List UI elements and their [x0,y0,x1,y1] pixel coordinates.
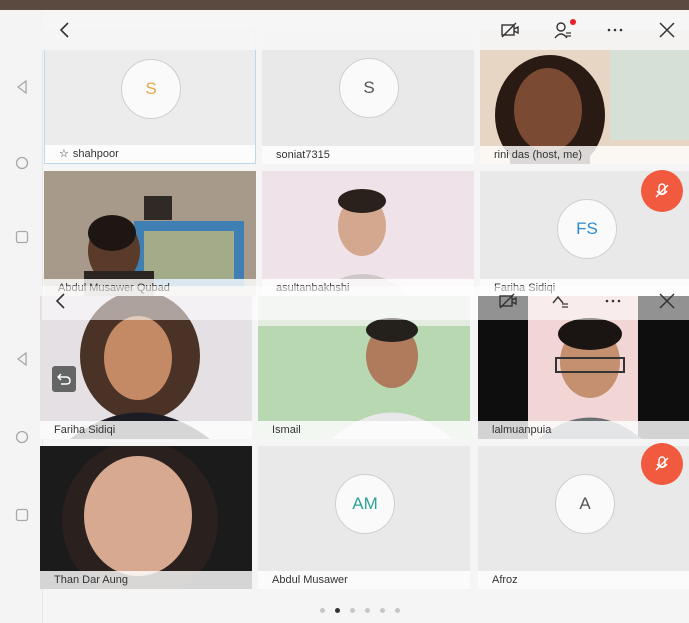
participant-name: Abdul Musawer [258,571,470,589]
chevron-left-icon[interactable] [48,288,74,314]
more-icon[interactable] [600,288,626,314]
avatar-initials: FS [576,219,598,238]
system-home-icon-2[interactable] [15,430,29,444]
avatar-initials: S [145,79,157,98]
participant-name: Afroz [478,571,689,589]
participants-icon[interactable] [550,17,576,43]
system-back-icon-2[interactable] [15,351,29,367]
system-recents-icon[interactable] [15,230,29,244]
close-icon[interactable] [654,288,680,314]
meeting-toolbar-overlay [42,286,689,320]
avatar: FS [557,199,617,259]
page-dot[interactable] [365,608,370,613]
system-recents-icon-2[interactable] [15,508,29,522]
participant-name: Ismail [258,421,470,439]
muted-mic-icon [641,443,683,485]
camera-off-icon[interactable] [497,17,523,43]
pin-icon: ☆ [59,148,69,160]
close-icon[interactable] [654,17,680,43]
avatar-initials: S [363,78,375,97]
participant-name: lalmuanpuia [478,421,689,439]
participants-icon[interactable] [547,288,573,314]
participant-tile-than-dar-aung[interactable]: Than Dar Aung [40,446,252,589]
system-nav-bar [0,10,43,623]
participant-tile-soniat7315[interactable]: S soniat7315 [262,30,474,164]
system-home-icon[interactable] [15,156,29,170]
avatar-initials: A [579,494,591,513]
page-indicator [320,608,400,613]
page-dot[interactable] [380,608,385,613]
avatar: A [555,474,615,534]
participant-name: Than Dar Aung [40,571,252,589]
camera-off-icon[interactable] [495,288,521,314]
participant-name: ☆ shahpoor [45,145,255,163]
system-back-icon[interactable] [15,79,29,95]
top-strip [0,0,689,10]
muted-mic-icon [641,170,683,212]
meeting-toolbar [42,10,689,50]
participant-name: Fariha Sidiqi [40,421,252,439]
page-dot[interactable] [395,608,400,613]
video-feed [480,30,689,164]
video-feed [40,446,252,589]
undo-icon[interactable] [52,366,76,392]
participant-name: rini das (host, me) [480,146,689,164]
participant-tile-shahpoor[interactable]: S ☆ shahpoor [44,30,256,164]
participant-name: soniat7315 [262,146,474,164]
avatar: S [121,59,181,119]
page-dot[interactable] [350,608,355,613]
page-dot[interactable] [320,608,325,613]
more-icon[interactable] [602,17,628,43]
participant-tile-abdul-musawer-qubad[interactable]: Abdul Musawer Qubad [44,171,256,297]
avatar: AM [335,474,395,534]
participant-tile-abdul-musawer[interactable]: AM Abdul Musawer [258,446,470,589]
chevron-left-icon[interactable] [52,17,78,43]
notification-dot [570,19,576,25]
avatar-initials: AM [352,494,378,513]
participant-tile-rini-das[interactable]: rini das (host, me) [480,30,689,164]
avatar: S [339,58,399,118]
page-dot-active[interactable] [335,608,340,613]
participant-tile-asultanbakhshi[interactable]: asultanbakhshi [262,171,474,297]
